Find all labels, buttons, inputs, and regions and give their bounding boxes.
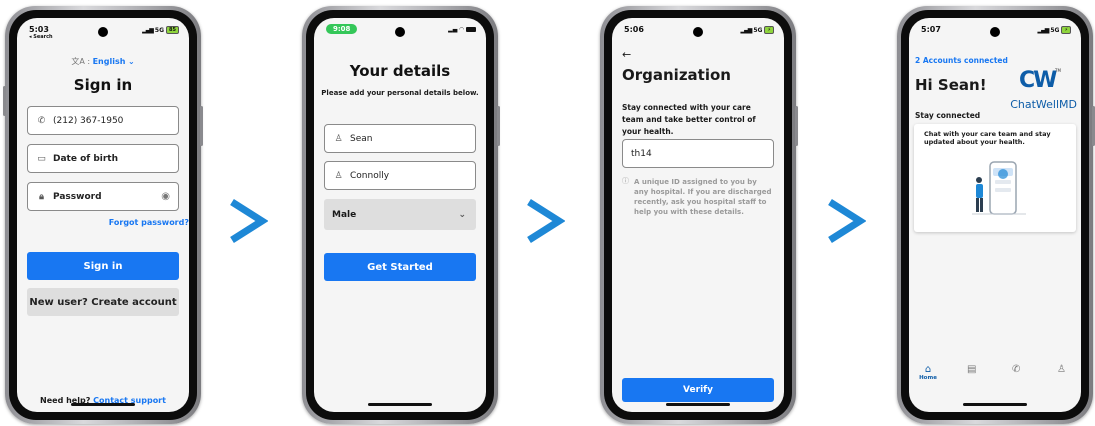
chevron-down-icon: ⌄ [458,209,466,220]
phone-field[interactable]: ✆ (212) 367-1950 [27,106,179,135]
back-to-search[interactable]: ◂ Search [29,34,53,40]
phone-side-button [795,106,798,146]
back-arrow-icon[interactable]: ← [622,48,631,61]
helper-text: A unique ID assigned to you by any hospi… [634,178,772,216]
organization-screen: 5:06 ▂▄▆ 5G ⚡ ← Organization Stay connecte… [612,18,784,412]
battery-icon: ⚡ [764,26,774,34]
chevron-down-icon: ⌄ [127,57,135,66]
nav-home[interactable]: ⌂ Home [917,364,939,381]
nav-home-label: Home [919,375,937,381]
signal-icon: ▂▄▆ [1037,26,1050,34]
network-label: 5G [154,26,165,34]
front-camera [990,27,1000,37]
signal-icon: ▂▄▆ [740,26,753,34]
phone-side-button [497,106,500,146]
phone-frame-your-details: 9:08 ▂▄ ◠ Your details Please add your pe… [302,6,500,424]
dob-placeholder: Date of birth [53,153,118,164]
phone-frame-sign-in: 5:03 ◂ Search ▂▄▆ 5G 85 文A : English ⌄ Sig… [3,6,203,424]
logo-trademark: TM [1055,68,1061,73]
network-label: 5G [753,26,763,34]
stay-connected-card[interactable]: Chat with your care team and stay update… [914,124,1076,232]
sign-in-button[interactable]: Sign in [27,252,179,280]
logo-text: ChatWellMD [1010,98,1077,111]
page-title: Your details [349,62,451,80]
get-started-button[interactable]: Get Started [324,253,476,281]
phone-frame-organization: 5:06 ▂▄▆ 5G ⚡ ← Organization Stay connecte… [600,6,798,424]
lock-icon: 🔒︎ [39,191,44,202]
your-details-screen: 9:08 ▂▄ ◠ Your details Please add your pe… [314,18,486,412]
last-name-field[interactable]: ♙ Connolly [324,161,476,190]
front-camera [98,27,108,37]
next-arrow-icon [230,199,268,243]
bottom-nav: ⌂ Home ▤ ✆ ♙ [909,360,1081,394]
logo-mark: CW [1019,68,1057,93]
wifi-icon: ◠ [459,26,464,33]
verify-button[interactable]: Verify [622,378,774,402]
calendar-icon: ▭ [37,153,46,164]
home-indicator [368,403,432,406]
gender-value: Male [332,209,357,220]
signal-icon: ▂▄ [448,26,458,33]
password-placeholder: Password [53,191,102,202]
home-indicator [963,403,1027,406]
phone-field-value: (212) 367-1950 [53,115,124,126]
front-camera [693,27,703,37]
translate-icon: 文A : [71,57,91,66]
card-text: Chat with your care team and stay update… [924,130,1051,146]
section-label: Stay connected [915,111,981,120]
password-field[interactable]: 🔒︎ Password ◉ [27,182,179,211]
care-team-illustration [972,161,1026,215]
info-icon: ⓘ [622,177,629,185]
sign-in-screen: 5:03 ◂ Search ▂▄▆ 5G 85 文A : English ⌄ Sig… [17,18,189,412]
next-arrow-icon [527,199,565,243]
phone-icon[interactable]: ✆ [1012,364,1020,375]
battery-icon: 85 [166,26,179,34]
organization-id-value: th14 [631,148,652,159]
page-subtitle: Please add your personal details below. [321,89,479,97]
chat-icon[interactable]: ▤ [967,364,976,375]
page-description: Stay connected with your care team and t… [622,103,756,136]
greeting: Hi Sean! [915,76,987,94]
first-name-field[interactable]: ♙ Sean [324,124,476,153]
profile-icon[interactable]: ♙ [1057,364,1066,375]
battery-icon [466,27,476,32]
phone-icon: ✆ [37,115,46,126]
status-time: 5:07 [921,25,941,34]
first-name-value: Sean [350,133,373,144]
home-indicator [71,403,135,406]
page-title: Sign in [73,76,133,94]
eye-icon[interactable]: ◉ [161,191,170,202]
status-time: 9:08 [326,24,358,34]
phone-frame-home: 5:07 ▂▄▆ 5G ⚡ 2 Accounts connected Hi Sean… [897,6,1095,424]
status-time: 5:03 [29,25,49,34]
status-time: 5:06 [624,25,644,34]
home-screen: 5:07 ▂▄▆ 5G ⚡ 2 Accounts connected Hi Sean… [909,18,1081,412]
signal-icon: ▂▄▆ [142,26,154,34]
chatwellmd-logo: CW TM ChatWellMD [999,68,1077,112]
create-account-button[interactable]: New user? Create account [27,288,179,316]
next-arrow-icon [828,199,866,243]
home-icon: ⌂ [924,364,932,375]
forgot-password-link[interactable]: Forgot password? [109,218,189,227]
gender-select[interactable]: Male ⌄ [324,199,476,230]
dob-field[interactable]: ▭ Date of birth [27,144,179,173]
last-name-value: Connolly [350,170,390,181]
person-icon: ♙ [334,170,343,181]
language-selector[interactable]: 文A : English ⌄ [17,56,189,67]
network-label: 5G [1050,26,1060,34]
page-title: Organization [622,66,731,84]
person-icon: ♙ [334,133,343,144]
organization-id-field[interactable]: th14 [622,139,774,168]
front-camera [395,27,405,37]
phone-side-button [3,86,6,116]
phone-side-button [200,106,203,146]
accounts-connected-link[interactable]: 2 Accounts connected [915,56,1008,65]
battery-icon: ⚡ [1061,26,1071,34]
home-indicator [666,403,730,406]
language-label: English [92,57,126,66]
